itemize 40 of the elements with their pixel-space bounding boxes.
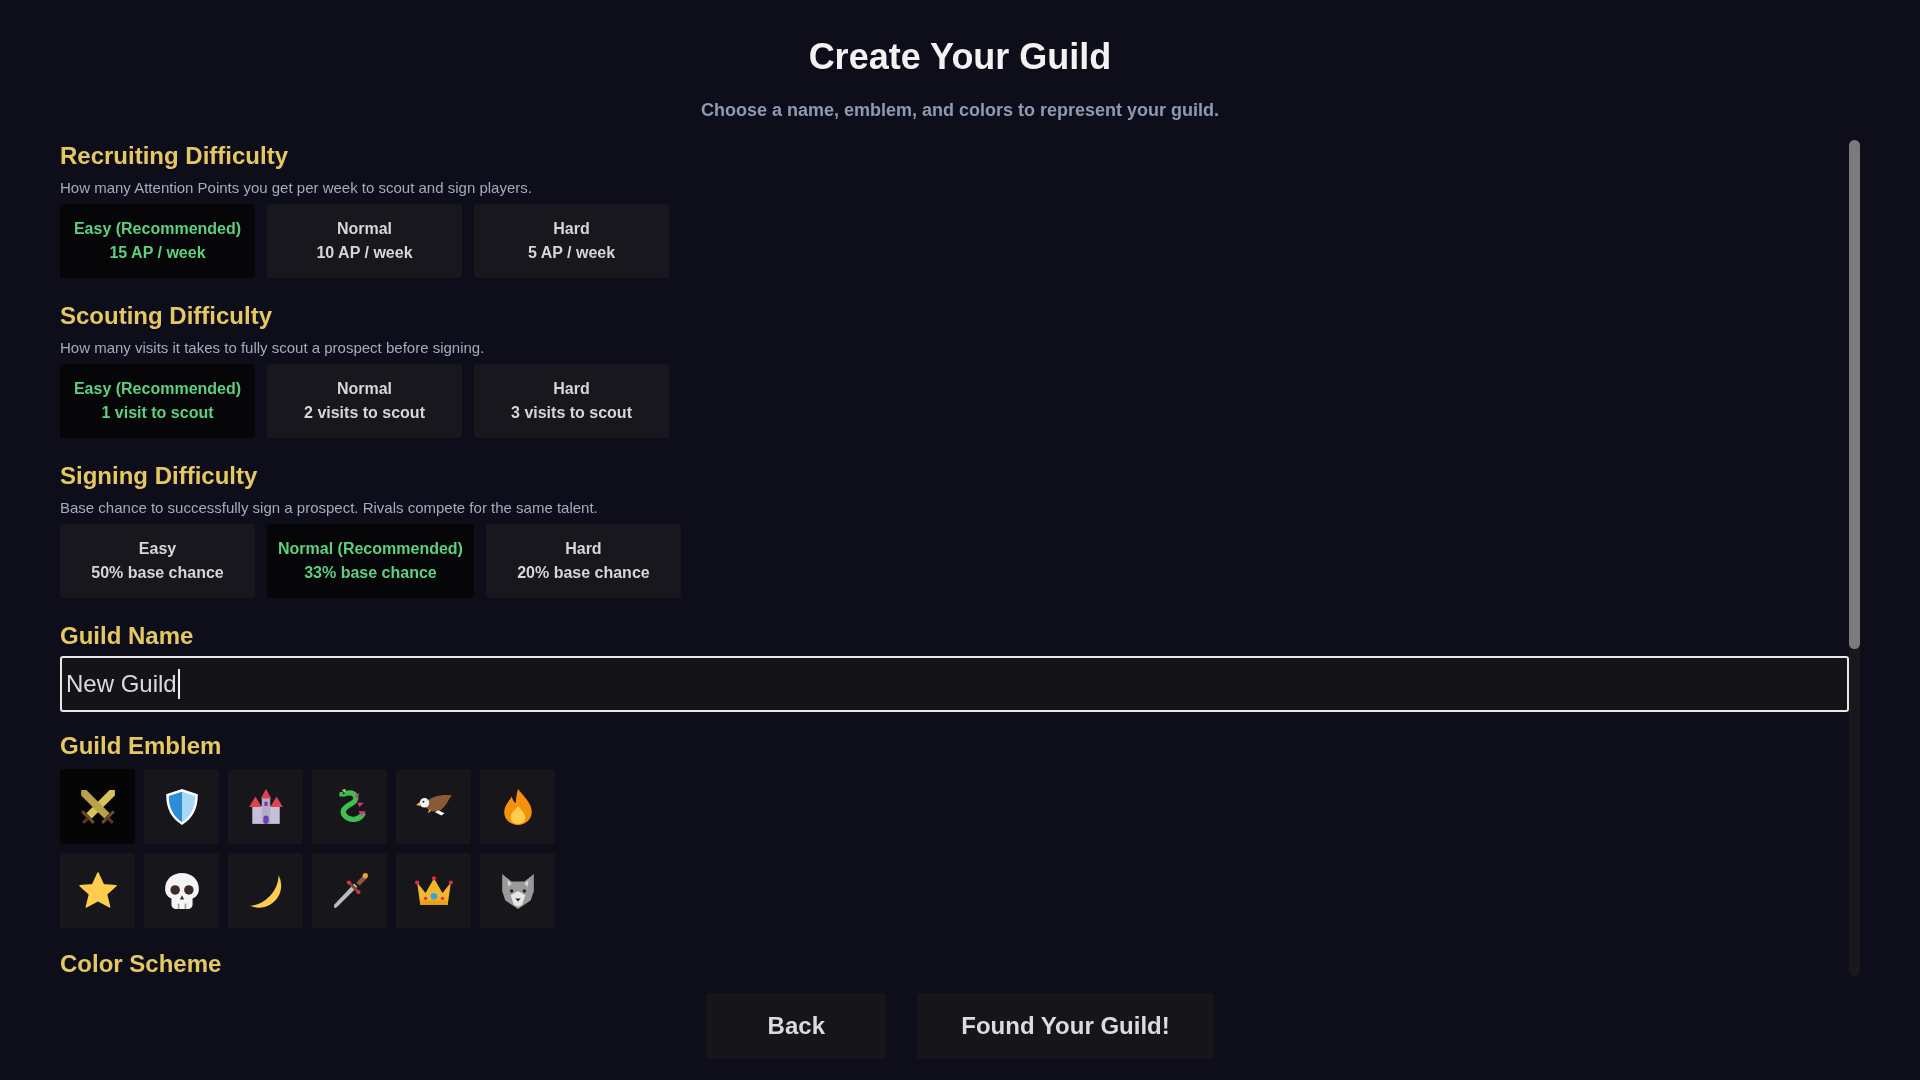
emblem-option[interactable] (396, 853, 471, 928)
star-icon (78, 871, 117, 910)
difficulty-option[interactable]: Easy (Recommended) 1 visit to scout (60, 364, 255, 438)
section-heading: Signing Difficulty (60, 461, 258, 491)
emblem-option[interactable] (144, 769, 219, 844)
section-description: How many visits it takes to fully scout a prospect before signing. (60, 338, 485, 358)
difficulty-option[interactable]: Hard 5 AP / week (474, 204, 669, 278)
guild-name-field[interactable]: New Guild (60, 656, 1849, 712)
emblem-option[interactable] (228, 769, 303, 844)
castle-icon (246, 787, 285, 826)
difficulty-option[interactable]: Normal 10 AP / week (267, 204, 462, 278)
emblem-option[interactable] (144, 853, 219, 928)
emblem-option[interactable] (60, 853, 135, 928)
page-title: Create Your Guild (808, 35, 1112, 79)
action-button[interactable]: Back (706, 993, 887, 1059)
emblem-option[interactable] (312, 769, 387, 844)
difficulty-option[interactable]: Easy 50% base chance (60, 524, 255, 598)
crossed-swords-icon (78, 787, 117, 826)
section-heading: Guild Emblem (60, 731, 222, 761)
scrollbar-thumb[interactable] (1849, 140, 1860, 649)
emblem-option[interactable] (480, 853, 555, 928)
section-heading: Guild Name (60, 621, 194, 651)
action-button[interactable]: Found Your Guild! (917, 993, 1214, 1059)
section-heading: Scouting Difficulty (60, 301, 272, 331)
section-description: How many Attention Points you get per week to scout and sign players. (60, 178, 532, 198)
difficulty-option[interactable]: Hard 3 visits to scout (474, 364, 669, 438)
difficulty-option[interactable]: Easy (Recommended) 15 AP / week (60, 204, 255, 278)
emblem-option[interactable] (228, 853, 303, 928)
section-description: Base chance to successfully sign a prospect. Rivals compete for the same talent. (60, 498, 598, 518)
emblem-option[interactable] (480, 769, 555, 844)
difficulty-option[interactable]: Normal (Recommended) 33% base chance (267, 524, 474, 598)
skull-icon (162, 871, 201, 910)
section-heading: Recruiting Difficulty (60, 141, 288, 171)
emblem-option[interactable] (60, 769, 135, 844)
section-heading: Color Scheme (60, 949, 222, 979)
emblem-option[interactable] (312, 853, 387, 928)
text-cursor-icon (177, 669, 180, 699)
difficulty-option[interactable]: Normal 2 visits to scout (267, 364, 462, 438)
difficulty-option[interactable]: Hard 20% base chance (485, 524, 681, 598)
page-subtitle: Choose a name, emblem, and colors to represent your guild. (700, 99, 1220, 122)
